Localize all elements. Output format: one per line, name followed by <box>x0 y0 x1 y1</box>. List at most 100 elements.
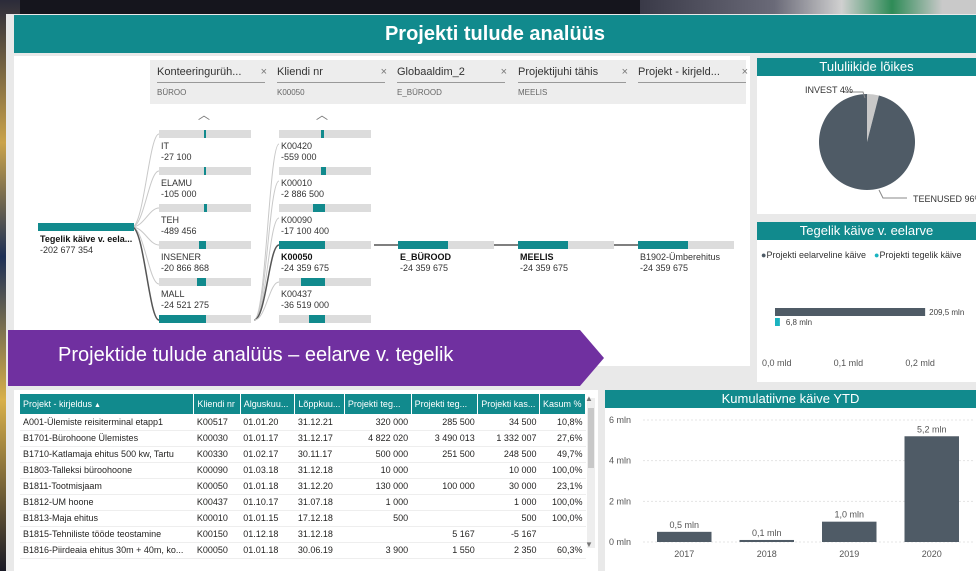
tree-node-label: E_BÜROOD -24 359 675 <box>400 252 452 273</box>
column-header[interactable]: Projekt - kirjeldus ▲ <box>20 394 195 414</box>
filter-header: Konteeringurüh... <box>157 66 265 83</box>
table-cell: 31.12.17 <box>294 430 345 447</box>
table-cell <box>411 510 478 527</box>
table-cell <box>539 526 586 543</box>
scroll-down-icon[interactable]: ▼ <box>585 540 593 549</box>
column-header[interactable]: Projekti teg... <box>344 394 412 414</box>
table-cell: B1710-Katlamaja ehitus 500 kw, Tartu <box>20 446 194 463</box>
table-cell: 130 000 <box>344 478 412 495</box>
table-cell: 10,8% <box>539 414 586 431</box>
table-row[interactable]: B1803-Talleksi büroohoone K00090 01.03.18 3… <box>20 462 586 479</box>
close-icon[interactable]: × <box>261 66 267 78</box>
filter-projektijuht[interactable]: Projektijuhi tähis × MEELIS <box>518 66 628 97</box>
tree-node-bar-selected[interactable] <box>398 241 494 249</box>
budget-bar-label: 6,8 mln <box>786 318 812 327</box>
table-cell: K00090 <box>193 462 241 479</box>
tree-node-bar-selected[interactable] <box>518 241 614 249</box>
scroll-up-icon[interactable]: ▲ <box>585 394 593 403</box>
legend-item[interactable]: ●Projekti tegelik käive <box>874 250 961 261</box>
column-header[interactable]: Projekti kas... <box>477 394 540 414</box>
column-bar[interactable] <box>657 531 712 542</box>
tree-node-bar[interactable] <box>279 130 371 138</box>
table-scrollbar-thumb[interactable] <box>588 408 594 468</box>
close-icon[interactable]: × <box>742 66 748 78</box>
sort-ascending-icon[interactable]: ▲ <box>92 402 101 409</box>
table-cell: 5 167 <box>411 526 478 543</box>
column-bar[interactable] <box>904 436 960 542</box>
table-cell: 3 490 013 <box>411 430 478 447</box>
table-row[interactable]: B1813-Maja ehitus K00010 01.01.15 17.12.18 5… <box>20 510 586 527</box>
legend-item[interactable]: ●Projekti eelarveline käive <box>761 250 866 261</box>
tree-node-bar[interactable] <box>279 167 371 175</box>
table-cell: 01.01.18 <box>240 478 295 495</box>
table-row[interactable]: A001-Ülemiste reisiterminal etapp1 K00517… <box>20 414 586 431</box>
column-bar[interactable] <box>822 521 877 542</box>
pie-slice[interactable] <box>819 94 915 190</box>
table-cell: 17.12.18 <box>294 510 345 527</box>
cumulative-column-chart[interactable]: 0 mln 2 mln 4 mln 6 mln 0,5 mln 2017 0,1 mln 20… <box>605 408 976 571</box>
close-icon[interactable]: × <box>622 66 628 78</box>
tree-node-bar[interactable] <box>279 204 371 212</box>
budget-bar[interactable] <box>775 308 926 316</box>
table-cell: 31.12.18 <box>294 526 345 543</box>
filter-kliendi-nr[interactable]: Kliendi nr × K00050 <box>277 66 387 97</box>
table-cell: K00050 <box>193 542 241 559</box>
tree-node-bar[interactable] <box>279 315 371 323</box>
cumulative-ytd-panel: Kumulatiivne käive YTD 0 mln 2 mln 4 mln 6 … <box>605 390 976 571</box>
filter-konteeringuruhm[interactable]: Konteeringurüh... × BÜROO <box>157 66 267 97</box>
tree-node-bar[interactable] <box>159 204 251 212</box>
table-cell: 01.01.18 <box>240 542 295 559</box>
filter-value: MEELIS <box>518 88 548 97</box>
tree-node-bar-selected[interactable] <box>279 241 371 249</box>
filter-header: Projekt - kirjeld... <box>638 66 746 83</box>
tree-node-bar[interactable] <box>638 241 734 249</box>
tree-node-label: TEH -489 456 <box>161 215 197 236</box>
table-cell: 23,1% <box>539 478 586 495</box>
budget-vs-actual-panel: Tegelik käive v. eelarve ●Projekti eelar… <box>757 222 976 382</box>
chevron-up-icon[interactable]: ︿ <box>316 106 328 123</box>
root-node-bar[interactable] <box>38 223 134 231</box>
tree-node-bar-selected[interactable] <box>159 315 251 323</box>
filter-globaaldim[interactable]: Globaaldim_2 × E_BÜROOD <box>397 66 507 97</box>
x-tick: 2017 <box>674 549 694 559</box>
tree-node-bar[interactable] <box>159 278 251 286</box>
table-row[interactable]: B1816-Piirdeaia ehitus 30m + 40m, ko... K… <box>20 542 586 559</box>
table-cell: -5 167 <box>477 526 540 543</box>
table-row[interactable]: B1710-Katlamaja ehitus 500 kw, Tartu K003… <box>20 446 586 463</box>
table-cell: A001-Ülemiste reisiterminal etapp1 <box>20 414 194 431</box>
close-icon[interactable]: × <box>501 66 507 78</box>
column-header[interactable]: Projekti teg... <box>411 394 479 414</box>
tree-node-label: MALL -24 521 275 <box>161 289 210 310</box>
tree-node-bar[interactable] <box>159 130 251 138</box>
x-tick: 2018 <box>757 549 777 559</box>
cumulative-title: Kumulatiivne käive YTD <box>605 390 976 408</box>
table-cell: 01.01.20 <box>240 414 295 431</box>
column-header[interactable]: Kliendi nr <box>193 394 241 414</box>
tree-node-bar[interactable] <box>159 167 251 175</box>
table-row[interactable]: B1812-UM hoone K00437 01.10.17 31.07.18 1 00… <box>20 494 586 511</box>
table-cell: 100,0% <box>539 494 586 511</box>
chevron-up-icon[interactable]: ︿ <box>198 106 210 123</box>
column-header[interactable]: Alguskuu... <box>240 394 296 414</box>
tree-node-bar[interactable] <box>279 278 371 286</box>
column-data-label: 0,1 mln <box>752 528 782 538</box>
tree-node-label: K00437 -36 519 000 <box>281 289 330 310</box>
tree-node-bar[interactable] <box>159 241 251 249</box>
table-cell <box>411 494 478 511</box>
table-cell: 01.02.17 <box>240 446 295 463</box>
table-cell: 500 000 <box>344 446 412 463</box>
close-icon[interactable]: × <box>381 66 387 78</box>
table-row[interactable]: B1815-Tehniliste tööde teostamine K00150 0… <box>20 526 586 543</box>
filter-header: Kliendi nr <box>277 66 385 83</box>
column-bar[interactable] <box>739 539 795 542</box>
table-cell: 1 000 <box>477 494 540 511</box>
table-cell: 31.12.20 <box>294 478 345 495</box>
budget-bar[interactable] <box>775 318 780 326</box>
table-body: A001-Ülemiste reisiterminal etapp1 K00517… <box>20 414 586 559</box>
table-row[interactable]: B1701-Bürohoone Ülemistes K00030 01.01.17 3… <box>20 430 586 447</box>
table-row[interactable]: B1811-Tootmisjaam K00050 01.01.18 31.12.20 1… <box>20 478 586 495</box>
column-header[interactable]: Lõppkuu... <box>294 394 345 414</box>
column-header[interactable]: Kasum % <box>539 394 587 414</box>
filter-projekt-kirjeldus[interactable]: Projekt - kirjeld... × <box>638 66 748 88</box>
budget-bar-chart[interactable]: 209,5 mln 6,8 mln 0,0 mld 0,1 mld 0,2 mld <box>757 262 976 382</box>
